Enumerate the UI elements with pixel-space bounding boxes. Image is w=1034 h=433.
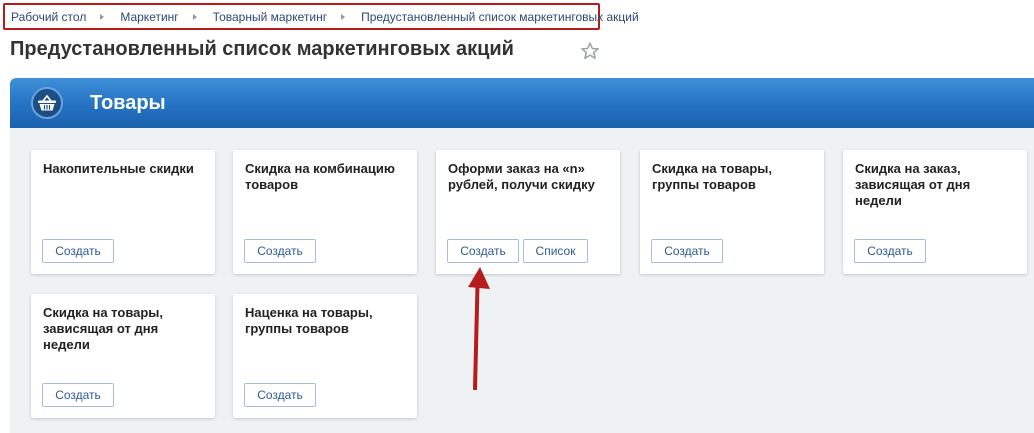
card-accumulative-discounts: Накопительные скидки Создать: [31, 150, 215, 274]
card-title: Накопительные скидки: [43, 161, 194, 176]
breadcrumb: Рабочий стол Маркетинг Товарный маркетин…: [3, 3, 639, 30]
section-title: Товары: [90, 92, 166, 114]
card-product-markup: Наценка на товары, группы товаров Создат…: [233, 294, 417, 418]
card-title: Скидка на заказ, зависящая от дня недели: [855, 161, 971, 208]
content-area: Товары Накопительные скидки Создать Скид…: [10, 78, 1034, 433]
card-title: Скидка на товары, группы товаров: [652, 161, 773, 192]
list-button[interactable]: Список: [523, 239, 588, 263]
annotation-arrow-icon: [468, 267, 490, 390]
create-button[interactable]: Создать: [42, 239, 114, 263]
create-button[interactable]: Создать: [244, 383, 316, 407]
card-title: Скидка на комбинацию товаров: [245, 161, 395, 192]
card-title: Скидка на товары, зависящая от дня недел…: [43, 305, 164, 352]
card-order-amount-discount: Оформи заказ на «n» рублей, получи скидк…: [436, 150, 620, 274]
section-header: Товары: [10, 78, 1034, 128]
chevron-right-icon: [100, 13, 105, 20]
chevron-right-icon: [192, 13, 197, 20]
page-title: Предустановленный список маркетинговых а…: [10, 38, 514, 60]
card-title: Наценка на товары, группы товаров: [245, 305, 373, 336]
breadcrumb-item-product-marketing[interactable]: Товарный маркетинг: [213, 10, 327, 24]
basket-icon: [31, 87, 63, 119]
card-combination-discount: Скидка на комбинацию товаров Создать: [233, 150, 417, 274]
card-product-weekday-discount: Скидка на товары, зависящая от дня недел…: [31, 294, 215, 418]
breadcrumb-item-desktop[interactable]: Рабочий стол: [11, 10, 86, 24]
chevron-right-icon: [341, 13, 346, 20]
create-button[interactable]: Создать: [651, 239, 723, 263]
card-product-group-discount: Скидка на товары, группы товаров Создать: [640, 150, 824, 274]
breadcrumb-item-marketing[interactable]: Маркетинг: [120, 10, 178, 24]
card-title: Оформи заказ на «n» рублей, получи скидк…: [448, 161, 595, 192]
create-button[interactable]: Создать: [447, 239, 519, 263]
favorite-star-icon[interactable]: [580, 41, 600, 61]
breadcrumb-item-current[interactable]: Предустановленный список маркетинговых а…: [361, 10, 639, 24]
create-button[interactable]: Создать: [244, 239, 316, 263]
card-order-weekday-discount: Скидка на заказ, зависящая от дня недели…: [843, 150, 1027, 274]
create-button[interactable]: Создать: [42, 383, 114, 407]
create-button[interactable]: Создать: [854, 239, 926, 263]
